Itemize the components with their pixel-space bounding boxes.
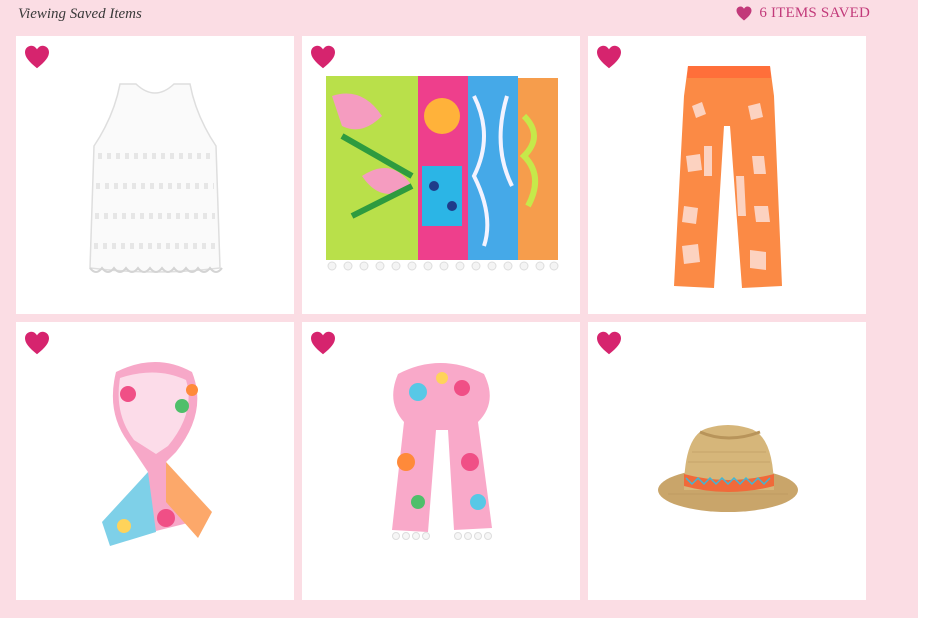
product-tile[interactable]: [588, 36, 866, 314]
product-tile[interactable]: [302, 322, 580, 600]
beach-towels-image: [326, 76, 559, 271]
product-tile[interactable]: [16, 36, 294, 314]
heart-icon[interactable]: [24, 331, 50, 355]
floral-scarf-image: [102, 362, 212, 546]
heart-icon[interactable]: [24, 45, 50, 69]
heart-icon[interactable]: [596, 331, 622, 355]
product-tile[interactable]: [16, 322, 294, 600]
saved-count-label: 6 ITEMS SAVED: [759, 5, 870, 21]
straw-hat-image: [658, 425, 798, 512]
heart-icon: [736, 6, 752, 21]
page-title: Viewing Saved Items: [18, 6, 142, 22]
heart-icon[interactable]: [596, 45, 622, 69]
product-tile[interactable]: [588, 322, 866, 600]
pompom-scarf-image: [392, 363, 492, 540]
heart-icon[interactable]: [310, 331, 336, 355]
giraffe-pants-image: [674, 66, 782, 288]
lace-tank-image: [89, 83, 223, 273]
product-tile[interactable]: [302, 36, 580, 314]
heart-icon[interactable]: [310, 45, 336, 69]
saved-items-panel: Viewing Saved Items 6 ITEMS SAVED: [0, 0, 918, 618]
saved-count-link[interactable]: 6 ITEMS SAVED: [736, 5, 870, 22]
